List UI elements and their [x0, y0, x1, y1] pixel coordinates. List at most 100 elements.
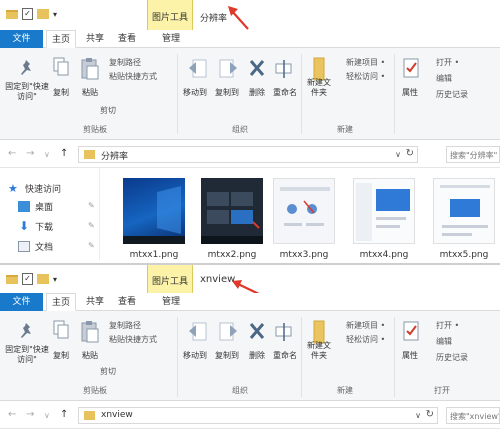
pin-icon[interactable]: ✎ [88, 221, 95, 230]
delete-icon [249, 323, 265, 339]
new-folder-icon[interactable] [37, 274, 49, 284]
paste-button[interactable]: 粘贴 [78, 351, 102, 361]
paste-shortcut-button[interactable]: 粘贴快捷方式 [109, 335, 157, 345]
group-label-new: 新建 [337, 125, 353, 134]
ribbon: 固定到"快速访问" 复制 粘贴 复制路径 粘贴快捷方式 剪切 剪贴板 移动到 复… [0, 311, 500, 401]
copy-to-button[interactable]: 复制到 [212, 351, 242, 361]
tab-share[interactable]: 共享 [82, 293, 108, 311]
tab-share[interactable]: 共享 [82, 30, 108, 48]
folder-icon [84, 411, 95, 420]
customize-dropdown-icon[interactable]: ▾ [53, 275, 57, 284]
delete-button[interactable]: 删除 [244, 88, 270, 98]
address-input[interactable]: xnview ∨ ↻ [78, 407, 438, 424]
nav-item-quick-access[interactable]: ★ 快速访问 [8, 182, 61, 195]
file-thumbnail[interactable] [273, 178, 335, 244]
nav-item-downloads[interactable]: ⬇ 下载 [18, 220, 53, 233]
new-folder-button[interactable]: 新建文件夹 [305, 341, 333, 361]
history-button[interactable]: 历史记录 [436, 90, 468, 100]
up-icon[interactable]: ↑ [60, 148, 68, 159]
file-thumbnail[interactable] [201, 178, 263, 244]
copy-path-button[interactable]: 复制路径 [109, 321, 141, 331]
delete-button[interactable]: 删除 [244, 351, 270, 361]
file-name[interactable]: mtxx1.png [123, 250, 185, 260]
file-thumbnail[interactable] [433, 178, 495, 244]
group-label-new: 新建 [337, 386, 353, 395]
explorer-window-top: ✓ ▾ 图片工具 分辨率 文件 主页 共享 查看 管理 固定到"快速访问" 复制… [0, 0, 500, 260]
address-input[interactable]: 分辨率 ∨ ↻ [78, 146, 418, 163]
tab-home[interactable]: 主页 [46, 30, 76, 48]
picture-tools-context-tab[interactable]: 图片工具 [147, 0, 193, 30]
pin-to-quick-access-button[interactable]: 固定到"快速访问" [2, 82, 52, 102]
history-button[interactable]: 历史记录 [436, 353, 468, 363]
rename-button[interactable]: 重命名 [270, 88, 300, 98]
move-to-button[interactable]: 移动到 [180, 351, 210, 361]
new-folder-icon[interactable] [37, 9, 49, 19]
file-name[interactable]: mtxx5.png [433, 250, 495, 260]
search-input[interactable]: 搜索"xnview" [446, 407, 500, 424]
address-dropdown-icon[interactable]: ∨ [415, 411, 421, 420]
easy-access-button[interactable]: 轻松访问 • [346, 72, 385, 82]
new-item-button[interactable]: 新建项目 • [346, 58, 385, 68]
pin-icon[interactable]: ✎ [88, 241, 95, 250]
pin-to-quick-access-button[interactable]: 固定到"快速访问" [2, 345, 52, 365]
tab-view[interactable]: 查看 [114, 293, 140, 311]
file-name[interactable]: mtxx2.png [201, 250, 263, 260]
cut-button[interactable]: 剪切 [100, 106, 116, 116]
tab-file[interactable]: 文件 [0, 293, 43, 311]
forward-icon[interactable]: → [26, 148, 34, 159]
copy-to-button[interactable]: 复制到 [212, 88, 242, 98]
address-dropdown-icon[interactable]: ∨ [395, 150, 401, 159]
tab-manage[interactable]: 管理 [153, 30, 189, 48]
back-icon[interactable]: ← [8, 409, 16, 420]
display-settings-image [356, 183, 410, 241]
group-label-organize: 组织 [232, 125, 248, 134]
pin-icon[interactable]: ✎ [88, 201, 95, 210]
paste-button[interactable]: 粘贴 [78, 88, 102, 98]
refresh-icon[interactable]: ↻ [426, 409, 434, 420]
back-icon[interactable]: ← [8, 148, 16, 159]
new-item-button[interactable]: 新建项目 • [346, 321, 385, 331]
delete-icon [249, 60, 265, 76]
forward-icon[interactable]: → [26, 409, 34, 420]
download-icon: ⬇ [18, 219, 30, 233]
file-name[interactable]: mtxx3.png [273, 250, 335, 260]
checkmark-icon[interactable]: ✓ [22, 273, 33, 285]
file-thumbnail[interactable] [353, 178, 415, 244]
move-to-button[interactable]: 移动到 [180, 88, 210, 98]
rename-icon [275, 60, 292, 78]
properties-button[interactable]: 属性 [399, 351, 421, 361]
copy-button[interactable]: 复制 [50, 351, 72, 361]
nav-item-documents[interactable]: 文档 [18, 240, 53, 253]
tab-file[interactable]: 文件 [0, 30, 43, 48]
folder-icon[interactable] [6, 9, 18, 19]
copy-button[interactable]: 复制 [50, 88, 72, 98]
open-button[interactable]: 打开 • [436, 321, 459, 331]
paste-shortcut-button[interactable]: 粘贴快捷方式 [109, 72, 157, 82]
display-settings-image [440, 185, 490, 236]
tab-home[interactable]: 主页 [46, 293, 76, 311]
file-name[interactable]: mtxx4.png [353, 250, 415, 260]
edit-button[interactable]: 编辑 [436, 74, 452, 84]
tab-manage[interactable]: 管理 [153, 293, 189, 311]
edit-button[interactable]: 编辑 [436, 337, 452, 347]
tab-view[interactable]: 查看 [114, 30, 140, 48]
copy-path-button[interactable]: 复制路径 [109, 58, 141, 68]
search-input[interactable]: 搜索"分辨率" [446, 146, 500, 163]
picture-tools-context-tab[interactable]: 图片工具 [147, 265, 193, 293]
nav-item-desktop[interactable]: 桌面 [18, 200, 53, 213]
file-thumbnail[interactable] [123, 178, 185, 244]
new-folder-button[interactable]: 新建文件夹 [305, 78, 333, 98]
recent-dropdown-icon[interactable]: ∨ [44, 411, 50, 420]
settings-screenshot-image [280, 187, 330, 226]
recent-dropdown-icon[interactable]: ∨ [44, 150, 50, 159]
folder-icon[interactable] [6, 274, 18, 284]
properties-button[interactable]: 属性 [399, 88, 421, 98]
open-button[interactable]: 打开 • [436, 58, 459, 68]
cut-button[interactable]: 剪切 [100, 367, 116, 377]
easy-access-button[interactable]: 轻松访问 • [346, 335, 385, 345]
up-icon[interactable]: ↑ [60, 409, 68, 420]
rename-button[interactable]: 重命名 [270, 351, 300, 361]
customize-dropdown-icon[interactable]: ▾ [53, 10, 57, 19]
checkmark-icon[interactable]: ✓ [22, 8, 33, 20]
refresh-icon[interactable]: ↻ [406, 148, 414, 159]
